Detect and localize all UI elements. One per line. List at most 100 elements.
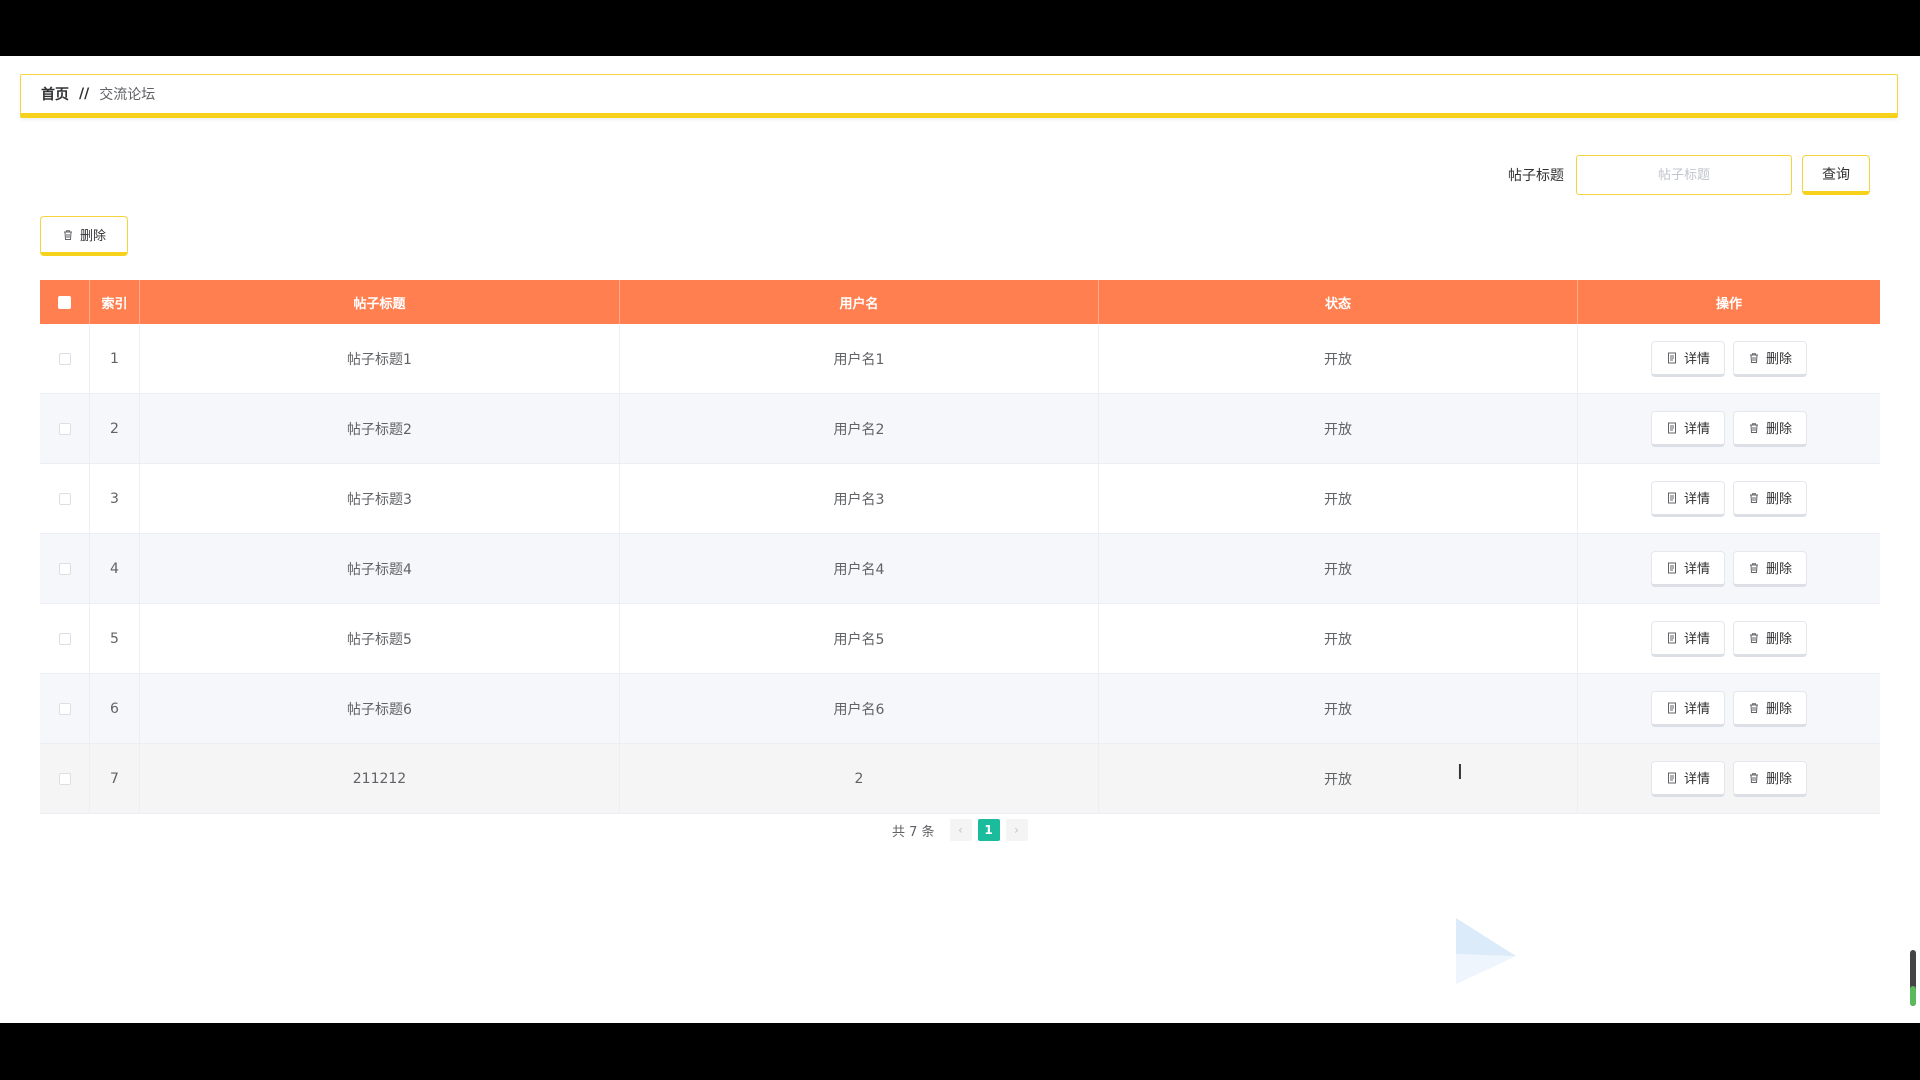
document-icon xyxy=(1666,772,1678,784)
row-ops: 详情 删除 xyxy=(1578,324,1880,393)
row-title: 帖子标题2 xyxy=(140,394,620,463)
table-row: 5 帖子标题5 用户名5 开放 详情 删除 xyxy=(40,604,1880,674)
scrollbar-thumb[interactable] xyxy=(1910,986,1916,1006)
row-username: 用户名6 xyxy=(620,674,1099,743)
delete-button[interactable]: 删除 xyxy=(1733,690,1808,727)
detail-button[interactable]: 详情 xyxy=(1650,410,1725,447)
row-username: 用户名3 xyxy=(620,464,1099,533)
row-index: 1 xyxy=(90,324,140,393)
detail-label: 详情 xyxy=(1683,492,1710,507)
trash-icon xyxy=(1748,352,1760,364)
row-username: 用户名1 xyxy=(620,324,1099,393)
row-title: 211212 xyxy=(140,744,620,813)
delete-button[interactable]: 删除 xyxy=(1733,410,1808,447)
row-index: 3 xyxy=(90,464,140,533)
table-row: 2 帖子标题2 用户名2 开放 详情 删除 xyxy=(40,394,1880,464)
app-window: 首页 // 交流论坛 帖子标题 查询 删除 索引 帖子标题 用户名 状态 操作 … xyxy=(0,56,1920,1023)
row-status: 开放 xyxy=(1099,324,1578,393)
delete-button[interactable]: 删除 xyxy=(1733,550,1808,587)
trash-icon xyxy=(1748,772,1760,784)
row-index: 5 xyxy=(90,604,140,673)
row-checkbox[interactable] xyxy=(58,492,71,505)
posts-table: 索引 帖子标题 用户名 状态 操作 1 帖子标题1 用户名1 开放 详情 删除 … xyxy=(40,280,1880,814)
table-row: 6 帖子标题6 用户名6 开放 详情 删除 xyxy=(40,674,1880,744)
trash-icon xyxy=(62,229,74,241)
search-label: 帖子标题 xyxy=(1508,168,1564,184)
row-title: 帖子标题3 xyxy=(140,464,620,533)
row-index: 6 xyxy=(90,674,140,743)
delete-button[interactable]: 删除 xyxy=(1733,760,1808,797)
detail-button[interactable]: 详情 xyxy=(1650,550,1725,587)
delete-button[interactable]: 删除 xyxy=(1733,340,1808,377)
document-icon xyxy=(1666,702,1678,714)
document-icon xyxy=(1666,352,1678,364)
row-index: 7 xyxy=(90,744,140,813)
page-number-active[interactable]: 1 xyxy=(977,819,1000,841)
detail-button[interactable]: 详情 xyxy=(1650,620,1725,657)
delete-label: 删除 xyxy=(1766,352,1793,367)
row-checkbox[interactable] xyxy=(58,422,71,435)
header-ops: 操作 xyxy=(1715,296,1742,312)
detail-button[interactable]: 详情 xyxy=(1650,480,1725,517)
row-title: 帖子标题1 xyxy=(140,324,620,393)
row-username: 用户名5 xyxy=(620,604,1099,673)
row-ops: 详情 删除 xyxy=(1578,534,1880,603)
row-checkbox[interactable] xyxy=(58,632,71,645)
row-title: 帖子标题6 xyxy=(140,674,620,743)
delete-button[interactable]: 删除 xyxy=(1733,480,1808,517)
trash-icon xyxy=(1748,632,1760,644)
bulk-delete-label: 删除 xyxy=(79,229,106,244)
row-checkbox[interactable] xyxy=(58,772,71,785)
table-row: 7 211212 2 开放 详情 删除 xyxy=(40,744,1880,814)
breadcrumb-separator: // xyxy=(79,86,90,102)
row-checkbox[interactable] xyxy=(58,562,71,575)
row-checkbox[interactable] xyxy=(58,352,71,365)
row-ops: 详情 删除 xyxy=(1578,464,1880,533)
next-page-button[interactable]: › xyxy=(1005,819,1028,841)
delete-label: 删除 xyxy=(1766,492,1793,507)
detail-button[interactable]: 详情 xyxy=(1650,760,1725,797)
detail-button[interactable]: 详情 xyxy=(1650,340,1725,377)
detail-label: 详情 xyxy=(1683,352,1710,367)
trash-icon xyxy=(1748,702,1760,714)
table-row: 1 帖子标题1 用户名1 开放 详情 删除 xyxy=(40,324,1880,394)
header-select-all[interactable] xyxy=(40,280,90,324)
search-input[interactable] xyxy=(1576,155,1792,195)
delete-label: 删除 xyxy=(1766,632,1793,647)
trash-icon xyxy=(1748,422,1760,434)
play-logo-icon xyxy=(1452,916,1522,986)
search-bar: 帖子标题 查询 xyxy=(1508,155,1870,195)
row-ops: 详情 删除 xyxy=(1578,604,1880,673)
header-username: 用户名 xyxy=(620,280,1099,324)
row-username: 用户名4 xyxy=(620,534,1099,603)
table-row: 3 帖子标题3 用户名3 开放 详情 删除 xyxy=(40,464,1880,534)
row-status: 开放 xyxy=(1099,674,1578,743)
table-header: 索引 帖子标题 用户名 状态 操作 xyxy=(40,280,1880,324)
row-ops: 详情 删除 xyxy=(1578,744,1880,813)
prev-page-button[interactable]: ‹ xyxy=(949,819,972,841)
query-button[interactable]: 查询 xyxy=(1802,155,1870,195)
bulk-delete-button[interactable]: 删除 xyxy=(40,216,128,256)
delete-button[interactable]: 删除 xyxy=(1733,620,1808,657)
row-status: 开放 xyxy=(1099,464,1578,533)
row-status: 开放 xyxy=(1099,534,1578,603)
row-status: 开放 xyxy=(1099,394,1578,463)
detail-label: 详情 xyxy=(1683,772,1710,787)
row-ops: 详情 删除 xyxy=(1578,394,1880,463)
select-all-checkbox[interactable] xyxy=(58,295,71,309)
row-title: 帖子标题4 xyxy=(140,534,620,603)
header-status: 状态 xyxy=(1099,280,1578,324)
detail-label: 详情 xyxy=(1683,632,1710,647)
delete-label: 删除 xyxy=(1766,772,1793,787)
detail-button[interactable]: 详情 xyxy=(1650,690,1725,727)
row-ops: 详情 删除 xyxy=(1578,674,1880,743)
breadcrumb: 首页 // 交流论坛 xyxy=(20,74,1898,118)
header-title: 帖子标题 xyxy=(140,280,620,324)
breadcrumb-home[interactable]: 首页 xyxy=(41,84,69,104)
row-status: 开放 xyxy=(1099,604,1578,673)
delete-label: 删除 xyxy=(1766,422,1793,437)
row-index: 4 xyxy=(90,534,140,603)
pagination-total: 共 7 条 xyxy=(892,824,935,840)
detail-label: 详情 xyxy=(1683,422,1710,437)
row-checkbox[interactable] xyxy=(58,702,71,715)
